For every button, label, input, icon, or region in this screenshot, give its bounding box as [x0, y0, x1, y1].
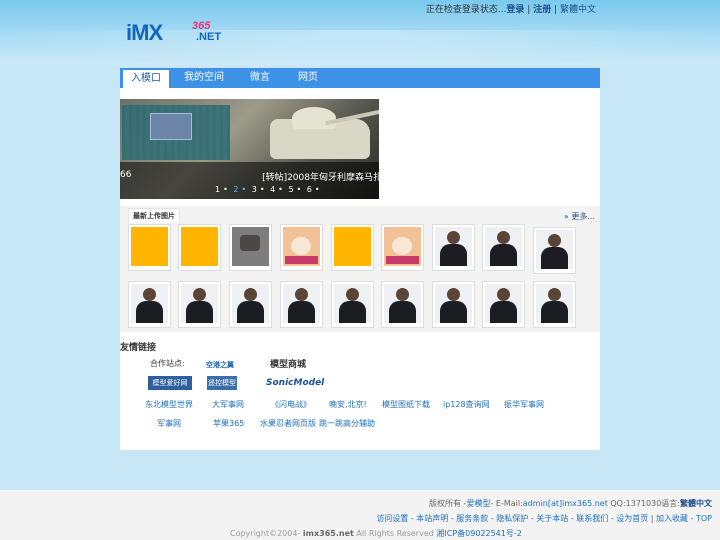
thumbnail[interactable] — [432, 281, 475, 328]
thumbnail[interactable] — [229, 224, 272, 271]
footer-link[interactable]: 本站声明 — [416, 514, 448, 523]
thumbnail[interactable] — [381, 224, 424, 271]
footer-link[interactable]: 关于本站 — [536, 514, 568, 523]
slide-dot[interactable]: 6 • — [307, 185, 320, 194]
partner-logo[interactable]: SonicModel — [266, 376, 324, 390]
slide-photo-detail — [150, 113, 192, 140]
thumbnail[interactable] — [482, 281, 525, 328]
thumbnail[interactable] — [533, 227, 576, 274]
friend-link[interactable]: 苹果365 — [213, 418, 244, 429]
footer-link[interactable]: TOP — [696, 514, 712, 523]
partner-logo[interactable]: 遥控模型 — [207, 376, 237, 390]
friend-link[interactable]: 大军事网 — [212, 399, 244, 410]
thumbnail[interactable] — [229, 281, 272, 328]
footer-text: All Rights Reserved — [353, 529, 437, 538]
icp-link[interactable]: 湘ICP备09022541号-2 — [436, 529, 521, 538]
tab-microblog[interactable]: 微言 — [240, 68, 280, 88]
footer-link[interactable]: 联系我们 — [576, 514, 608, 523]
footer-site-link[interactable]: 爱模型 — [466, 499, 490, 508]
thumbnail[interactable] — [280, 281, 323, 328]
top-bar: 正在检查登录状态...登录 | 注册 | 繁體中文 — [426, 2, 596, 15]
friend-link[interactable]: 模型图纸下载 — [382, 399, 430, 410]
tab-home[interactable]: 入模口 — [123, 68, 169, 88]
register-link[interactable]: 注册 — [533, 5, 551, 15]
tab-web[interactable]: 网页 — [286, 68, 330, 88]
site-logo[interactable]: iMX 365 .NET — [126, 20, 236, 45]
separator: | — [551, 5, 560, 15]
thumbnail[interactable] — [331, 281, 374, 328]
footer: 版权所有 -爱模型- E-Mail:admin[at]imx365.net QQ… — [0, 490, 720, 540]
more-link[interactable]: » 更多... — [564, 211, 595, 222]
partner-logo[interactable]: 空港之翼 — [206, 358, 234, 372]
uploads-title: 最新上传图片 — [128, 208, 180, 223]
friend-link[interactable]: 军事网 — [157, 418, 181, 429]
main-panel: 入模口 我的空间 微言 网页 66 [转帖]2008年匈牙利摩森马扎 1 • 2 •… — [120, 68, 600, 450]
nav-tabs: 入模口 我的空间 微言 网页 — [120, 68, 600, 88]
slide-photo-turret — [292, 107, 336, 129]
friend-link[interactable]: 水果忍者网页版 — [260, 418, 316, 429]
footer-text: 版权所有 - — [429, 499, 467, 508]
login-link[interactable]: 登录 — [506, 5, 524, 15]
thumbnail[interactable] — [178, 224, 221, 271]
slide-caption[interactable]: [转帖]2008年匈牙利摩森马扎 — [262, 170, 379, 183]
footer-link[interactable]: 访问设置 — [376, 514, 408, 523]
thumbnail[interactable] — [381, 281, 424, 328]
footer-language-link[interactable]: 繁體中文 — [680, 499, 712, 508]
footer-link[interactable]: 加入收藏 — [656, 514, 688, 523]
separator: | — [524, 5, 534, 15]
friend-link[interactable]: 《闪电战》 — [271, 399, 311, 410]
thumbnail[interactable] — [128, 281, 171, 328]
footer-email-link[interactable]: admin[at]imx365.net — [523, 499, 608, 508]
partner-logo[interactable]: 模型商城 — [266, 358, 310, 372]
footer-link[interactable]: 服务条款 — [456, 514, 488, 523]
friend-link[interactable]: 晚安,北京! — [329, 399, 367, 410]
slide-dot[interactable]: 1 • — [215, 185, 228, 194]
footer-text: Copyright©2004- — [230, 529, 303, 538]
friend-link[interactable]: 跳一跳高分辅助 — [319, 418, 375, 429]
slide-caption-lead: 66 — [120, 170, 132, 180]
footer-domain: imx365.net — [302, 529, 354, 538]
header-banner — [0, 0, 720, 70]
footer-copyright-line: 版权所有 -爱模型- E-Mail:admin[at]imx365.net QQ… — [429, 498, 712, 509]
login-status: 正在检查登录状态... — [425, 5, 507, 15]
logo-net: .NET — [196, 31, 222, 43]
footer-text: QQ:1371030语言: — [607, 499, 680, 508]
slide-dot[interactable]: 3 • — [252, 185, 265, 194]
friend-links-title: 友情链接 — [120, 343, 157, 353]
slide-dot-active[interactable]: 2 • — [233, 185, 246, 194]
footer-link[interactable]: 设为首页 — [616, 514, 648, 523]
footer-copyright: Copyright©2004- imx365.net All Rights Re… — [230, 528, 522, 539]
featured-slideshow[interactable]: 66 [转帖]2008年匈牙利摩森马扎 1 • 2 • 3 • 4 • 5 • 6 • — [120, 99, 379, 199]
partner-label: 合作站点: — [150, 359, 185, 368]
thumbnail[interactable] — [280, 224, 323, 271]
friend-link[interactable]: 东北模型世界 — [145, 399, 193, 410]
traditional-chinese-link[interactable]: 繁體中文 — [560, 5, 596, 15]
friend-link[interactable]: 振华军事网 — [504, 399, 544, 410]
latest-uploads: 最新上传图片 » 更多... — [120, 206, 600, 332]
tab-my-space[interactable]: 我的空间 — [176, 68, 232, 88]
footer-nav: 访问设置 - 本站声明 - 服务条款 - 隐私保护 - 关于本站 - 联系我们 … — [376, 514, 712, 523]
thumbnail[interactable] — [533, 281, 576, 328]
friend-link[interactable]: ip128查询网 — [443, 399, 490, 410]
slide-dot[interactable]: 4 • — [270, 185, 283, 194]
slide-pager: 1 • 2 • 3 • 4 • 5 • 6 • — [215, 185, 323, 194]
thumbnail[interactable] — [482, 224, 525, 271]
thumbnail[interactable] — [128, 224, 171, 271]
footer-link[interactable]: 隐私保护 — [496, 514, 528, 523]
slide-dot[interactable]: 5 • — [288, 185, 301, 194]
thumbnail[interactable] — [432, 224, 475, 271]
footer-text: - E-Mail: — [490, 499, 523, 508]
partner-logo[interactable]: 模型爱好网 — [148, 376, 192, 390]
logo-text: iMX — [126, 20, 163, 45]
thumbnail[interactable] — [178, 281, 221, 328]
thumbnail[interactable] — [331, 224, 374, 271]
